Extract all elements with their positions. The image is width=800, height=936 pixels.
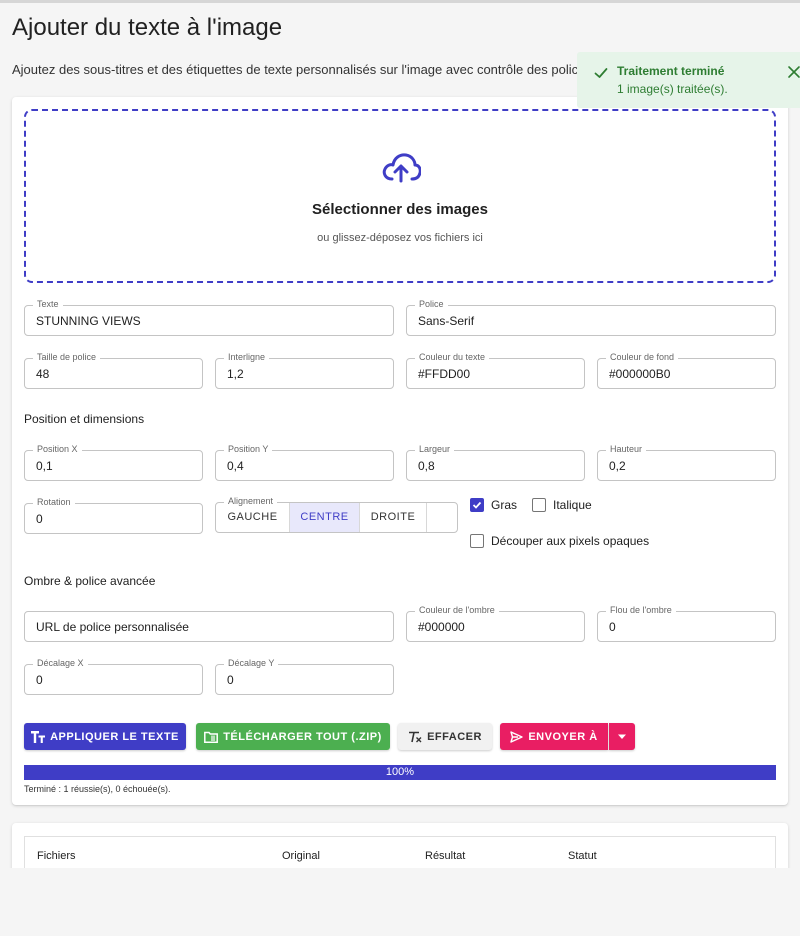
font-select[interactable]: Police	[406, 299, 776, 336]
checkmark-icon	[472, 501, 482, 509]
clear-label: EFFACER	[427, 730, 482, 743]
text-color-field[interactable]: Couleur du texte	[406, 352, 585, 389]
align-right-button[interactable]: DROITE	[360, 503, 426, 532]
send-to-button[interactable]: ENVOYER À	[500, 723, 608, 750]
toast-title: Traitement terminé	[617, 64, 725, 78]
bold-checkbox-box	[470, 498, 484, 512]
width-input[interactable]	[418, 451, 581, 480]
progress-percent: 100%	[385, 766, 415, 778]
download-zip-label: TÉLÉCHARGER TOUT (.ZIP)	[223, 730, 382, 743]
italic-label: Italique	[553, 498, 592, 512]
clear-format-icon	[409, 731, 422, 742]
align-left-button[interactable]: GAUCHE	[216, 503, 289, 532]
close-icon[interactable]	[787, 65, 800, 79]
progress-bar: 100%	[24, 765, 776, 780]
line-height-input[interactable]	[227, 359, 390, 388]
offset-x-field[interactable]: Décalage X	[24, 658, 203, 695]
dropzone-subtitle: ou glissez-déposez vos fichiers ici	[317, 232, 483, 244]
offset-y-field[interactable]: Décalage Y	[215, 658, 394, 695]
text-format-icon	[31, 730, 46, 743]
page-background	[0, 868, 800, 936]
column-header-result: Résultat	[425, 850, 466, 862]
position-y-input[interactable]	[227, 451, 390, 480]
advanced-heading: Ombre & police avancée	[24, 574, 156, 588]
shadow-color-field[interactable]: Couleur de l'ombre	[406, 605, 585, 642]
position-x-field[interactable]: Position X	[24, 444, 203, 481]
position-x-input[interactable]	[36, 451, 199, 480]
bold-label: Gras	[491, 498, 518, 512]
height-field[interactable]: Hauteur	[597, 444, 776, 481]
shadow-blur-field[interactable]: Flou de l'ombre	[597, 605, 776, 642]
shadow-color-input[interactable]	[418, 612, 581, 641]
bg-color-input[interactable]	[609, 359, 772, 388]
image-dropzone[interactable]: Sélectionner des images ou glissez-dépos…	[24, 109, 776, 283]
clip-label: Découper aux pixels opaques	[491, 534, 650, 548]
font-url-input[interactable]	[36, 612, 390, 641]
italic-checkbox-box	[532, 498, 546, 512]
success-toast: Traitement terminé 1 image(s) traitée(s)…	[577, 52, 800, 108]
font-size-input[interactable]	[36, 359, 199, 388]
line-height-field[interactable]: Interligne	[215, 352, 394, 389]
font-size-field[interactable]: Taille de police	[24, 352, 203, 389]
offset-x-input[interactable]	[36, 665, 199, 694]
align-center-button[interactable]: CENTRE	[290, 503, 359, 532]
results-card: Fichiers Original Résultat Statut	[12, 823, 788, 873]
apply-text-label: APPLIQUER LE TEXTE	[50, 730, 179, 743]
clip-checkbox-box	[470, 534, 484, 548]
toast-message: 1 image(s) traitée(s).	[617, 82, 728, 96]
font-input[interactable]	[418, 306, 772, 335]
rotation-field[interactable]: Rotation	[24, 497, 203, 534]
position-y-field[interactable]: Position Y	[215, 444, 394, 481]
top-border	[0, 0, 800, 3]
page-description: Ajoutez des sous-titres et des étiquette…	[12, 62, 592, 77]
send-icon	[510, 730, 524, 743]
clear-button[interactable]: EFFACER	[398, 723, 492, 750]
folder-zip-icon	[204, 731, 219, 743]
column-header-original: Original	[282, 850, 320, 862]
width-field[interactable]: Largeur	[406, 444, 585, 481]
page-title: Ajouter du texte à l'image	[12, 14, 283, 41]
clip-opaque-checkbox[interactable]: Découper aux pixels opaques	[470, 534, 649, 548]
send-to-menu-button[interactable]	[609, 723, 635, 750]
check-icon	[594, 68, 608, 78]
bold-checkbox[interactable]: Gras	[470, 498, 517, 512]
dropzone-title: Sélectionner des images	[312, 201, 488, 218]
column-header-status: Statut	[568, 850, 597, 862]
cloud-upload-icon	[382, 153, 421, 183]
offset-y-input[interactable]	[227, 665, 390, 694]
alignment-toggle-group: Alignement GAUCHE CENTRE DROITE	[215, 496, 458, 533]
arrow-drop-down-icon	[618, 734, 626, 739]
font-url-field[interactable]	[24, 611, 394, 642]
tool-card: Sélectionner des images ou glissez-dépos…	[12, 97, 788, 805]
text-color-input[interactable]	[418, 359, 581, 388]
text-field[interactable]: Texte	[24, 299, 394, 336]
rotation-input[interactable]	[36, 504, 199, 533]
italic-checkbox[interactable]: Italique	[532, 498, 592, 512]
send-to-label: ENVOYER À	[528, 730, 598, 743]
progress-status: Terminé : 1 réussie(s), 0 échouée(s).	[24, 784, 171, 794]
bg-color-field[interactable]: Couleur de fond	[597, 352, 776, 389]
download-zip-button[interactable]: TÉLÉCHARGER TOUT (.ZIP)	[196, 723, 390, 750]
column-header-files: Fichiers	[37, 850, 76, 862]
apply-text-button[interactable]: APPLIQUER LE TEXTE	[24, 723, 186, 750]
height-input[interactable]	[609, 451, 772, 480]
text-input[interactable]	[36, 306, 390, 335]
shadow-blur-input[interactable]	[609, 612, 772, 641]
align-separator	[426, 503, 427, 532]
position-heading: Position et dimensions	[24, 412, 145, 426]
